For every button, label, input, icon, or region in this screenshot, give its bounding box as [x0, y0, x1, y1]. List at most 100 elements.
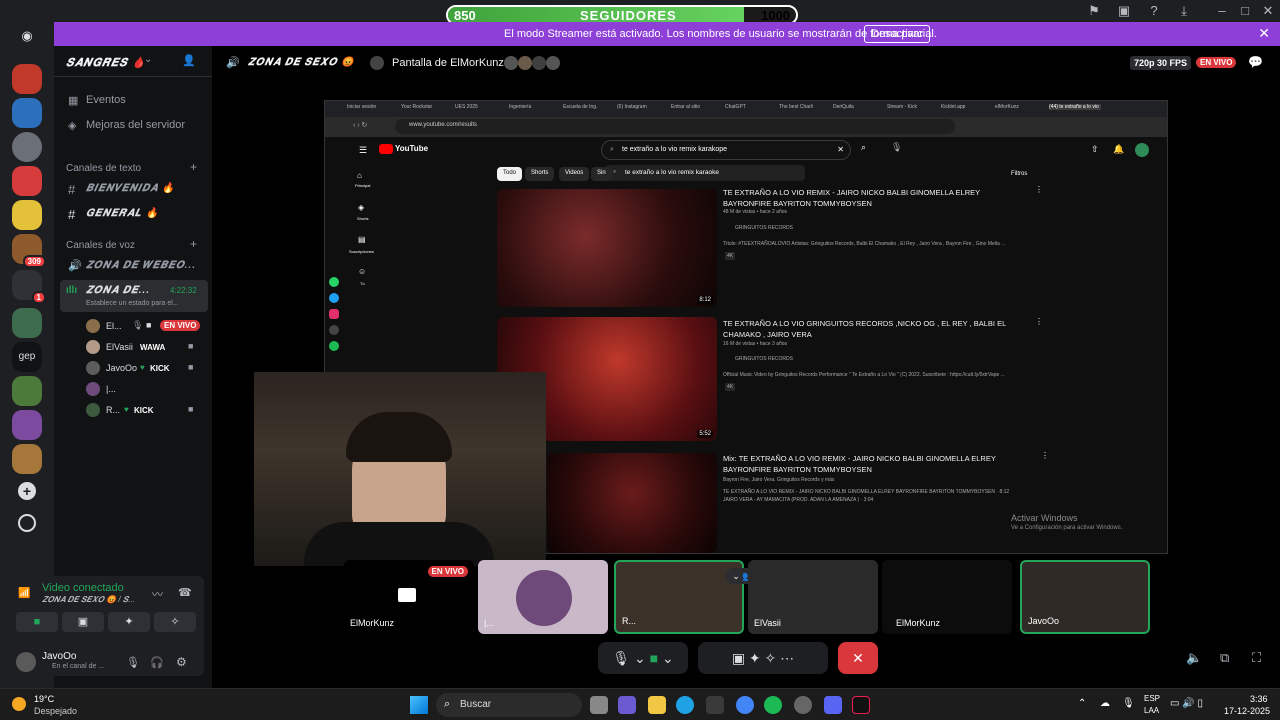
task-view-icon[interactable] [590, 696, 608, 714]
voice-user-name[interactable]: El... [106, 321, 122, 331]
add-channel-icon[interactable]: + [190, 237, 197, 251]
camera-toggle-button[interactable]: ■ [16, 612, 58, 632]
current-user-name[interactable]: JavoOo [42, 651, 76, 662]
participant-tile[interactable]: R... [614, 560, 744, 634]
chat-icon[interactable]: 💬 [1248, 55, 1263, 69]
channel-name: GRINGUITOS RECORDS [735, 225, 793, 231]
mic-tray-icon[interactable]: 🎙 [1122, 698, 1135, 709]
server-icon[interactable]: 1 [12, 270, 46, 304]
server-boost-link[interactable]: Mejoras del servidor [86, 119, 185, 131]
help-icon[interactable]: ? [1146, 3, 1162, 19]
server-gep[interactable]: gep [12, 342, 42, 372]
heart-icon: ♥ [124, 405, 129, 414]
voice-user-name[interactable]: |... [106, 384, 116, 394]
volume-icon[interactable]: 🔈 [1186, 650, 1202, 666]
screen-share-button[interactable]: ▣ [62, 612, 104, 632]
file-explorer-icon[interactable] [648, 696, 666, 714]
download-icon[interactable]: ⤓ [1176, 3, 1192, 19]
add-member-icon[interactable]: 👤 [182, 54, 196, 67]
voice-user-name[interactable]: R... [106, 405, 120, 415]
chevron-down-icon[interactable]: ⌄ [144, 54, 152, 65]
tiktok-icon[interactable] [852, 696, 870, 714]
voice-channel-webeo[interactable]: 𝒁𝑶𝑵𝑨 𝑫𝑬 𝑾𝑬𝑩𝑬𝑶... [86, 260, 196, 271]
channel-bienvenida[interactable]: 𝑩𝑰𝑬𝑵𝑽𝑬𝑵𝑰𝑫𝑨 🔥 [86, 183, 175, 194]
screen-icon[interactable]: ▣ [1116, 3, 1132, 19]
clock-time[interactable]: 3:36 [1250, 694, 1268, 704]
participant-tile[interactable]: JavoOo [1020, 560, 1150, 634]
server-icon[interactable] [12, 308, 42, 338]
add-server-icon[interactable]: + [18, 482, 36, 500]
settings-icon[interactable] [794, 696, 812, 714]
server-icon[interactable] [12, 132, 42, 162]
disable-streamer-button[interactable]: Desactivar [864, 25, 930, 43]
voice-channels-category[interactable]: Canales de voz [66, 240, 135, 251]
server-icon[interactable] [12, 98, 42, 128]
taskbar-search[interactable]: ⌕ Buscar [436, 693, 582, 717]
server-icon[interactable] [12, 410, 42, 440]
close-window-icon[interactable]: ✕ [1260, 3, 1276, 19]
maximize-icon[interactable]: □ [1237, 3, 1253, 19]
wifi-icon[interactable]: ▭ 🔊 ▯ [1170, 698, 1203, 709]
server-icon[interactable] [12, 166, 42, 196]
edge-icon[interactable] [676, 696, 694, 714]
server-icon[interactable] [12, 376, 42, 406]
share-activity-controls[interactable]: ▣ ✦ ✧ ⋯ [698, 642, 828, 674]
inbox-icon[interactable]: ⚑ [1086, 3, 1102, 19]
participant-tile[interactable]: ElMorKunz [882, 560, 1012, 634]
store-icon[interactable] [706, 696, 724, 714]
voice-user-name[interactable]: JavoOo [106, 363, 137, 373]
windows-start-icon[interactable] [410, 696, 428, 714]
status-hint[interactable]: Establece un estado para el... [86, 300, 179, 307]
activities-button[interactable]: ✦ [108, 612, 150, 632]
active-voice-channel[interactable]: ıllı 𝒁𝑶𝑵𝑨 𝑫𝑬... 4:22:32 Establece un est… [60, 280, 208, 312]
chrome-icon[interactable] [736, 696, 754, 714]
events-link[interactable]: Eventos [86, 94, 126, 106]
browser-tab: UES 2025 [455, 104, 478, 110]
video-description: JAIRO VERA - AY MAMACITA (PROD. ADAN LA … [723, 497, 874, 503]
call-channel-name[interactable]: 𝒁𝑶𝑵𝑨 𝑫𝑬 𝑺𝑬𝑿𝑶 😡 [248, 57, 355, 68]
minimize-icon[interactable]: – [1214, 3, 1230, 19]
discord-home-icon[interactable]: ◉ [16, 28, 38, 44]
server-icon[interactable] [12, 200, 42, 230]
settings-gear-icon[interactable]: ⚙ [176, 655, 187, 669]
discord-icon[interactable] [824, 696, 842, 714]
voice-timer: 4:22:32 [170, 286, 197, 295]
avatar[interactable] [16, 652, 36, 672]
weather-temp[interactable]: 19°C [34, 694, 54, 704]
lang-secondary[interactable]: LAA [1144, 706, 1159, 715]
microphone-icon[interactable]: 🎙 [126, 656, 140, 669]
server-icon[interactable] [12, 444, 42, 474]
text-channels-category[interactable]: Canales de texto [66, 163, 141, 174]
boost-icon: ◈ [68, 120, 77, 132]
fullscreen-icon[interactable]: ⛶ [1252, 650, 1261, 666]
channel-general[interactable]: 𝑮𝑬𝑵𝑬𝑹𝑨𝑳 🔥 [86, 208, 159, 219]
add-channel-icon[interactable]: + [190, 160, 197, 174]
video-connected-status[interactable]: Video conectado [42, 582, 124, 594]
participant-tile[interactable]: ElVasii [748, 560, 878, 634]
banner-close-icon[interactable]: ✕ [1258, 25, 1270, 42]
participant-tile[interactable]: EN VIVO ElMorKunz [344, 560, 474, 634]
noise-suppression-icon[interactable]: 〰 [152, 586, 163, 602]
spotify-icon[interactable] [764, 696, 782, 714]
participant-tile[interactable]: |... [478, 560, 608, 634]
soundboard-button[interactable]: ✧ [154, 612, 196, 632]
voice-channel-path[interactable]: 𝒁𝑶𝑵𝑨 𝑫𝑬 𝑺𝑬𝑿𝑶 😡 / 𝑺... [42, 595, 135, 605]
avatar [518, 56, 532, 70]
mic-camera-controls[interactable]: 🎙 ⌄ ■ ⌄ [598, 642, 688, 674]
clock-date[interactable]: 17-12-2025 [1224, 706, 1270, 716]
network-icon[interactable]: ☁ [1100, 698, 1110, 709]
copilot-icon[interactable] [618, 696, 636, 714]
lang-primary[interactable]: ESP [1144, 694, 1160, 703]
server-name[interactable]: 𝑺𝑨𝑵𝑮𝑹𝑬𝑺 🩸 [66, 56, 146, 70]
tray-chevron-icon[interactable]: ⌃ [1078, 698, 1086, 709]
popout-icon[interactable]: ⧉ [1220, 650, 1229, 666]
server-icon[interactable] [12, 64, 42, 94]
disconnect-icon[interactable]: ☎ [178, 586, 192, 599]
video-description: TE EXTRAÑO A LO VIO REMIX - JAIRO NICKO … [723, 489, 1010, 495]
server-icon[interactable]: 309 [12, 234, 46, 268]
weather-desc[interactable]: Despejado [34, 706, 77, 716]
headphones-icon[interactable]: 🎧 [150, 656, 164, 669]
discover-icon[interactable] [18, 514, 36, 532]
leave-call-button[interactable]: ✕ [838, 642, 878, 674]
voice-user-name[interactable]: ElVasii [106, 342, 133, 352]
